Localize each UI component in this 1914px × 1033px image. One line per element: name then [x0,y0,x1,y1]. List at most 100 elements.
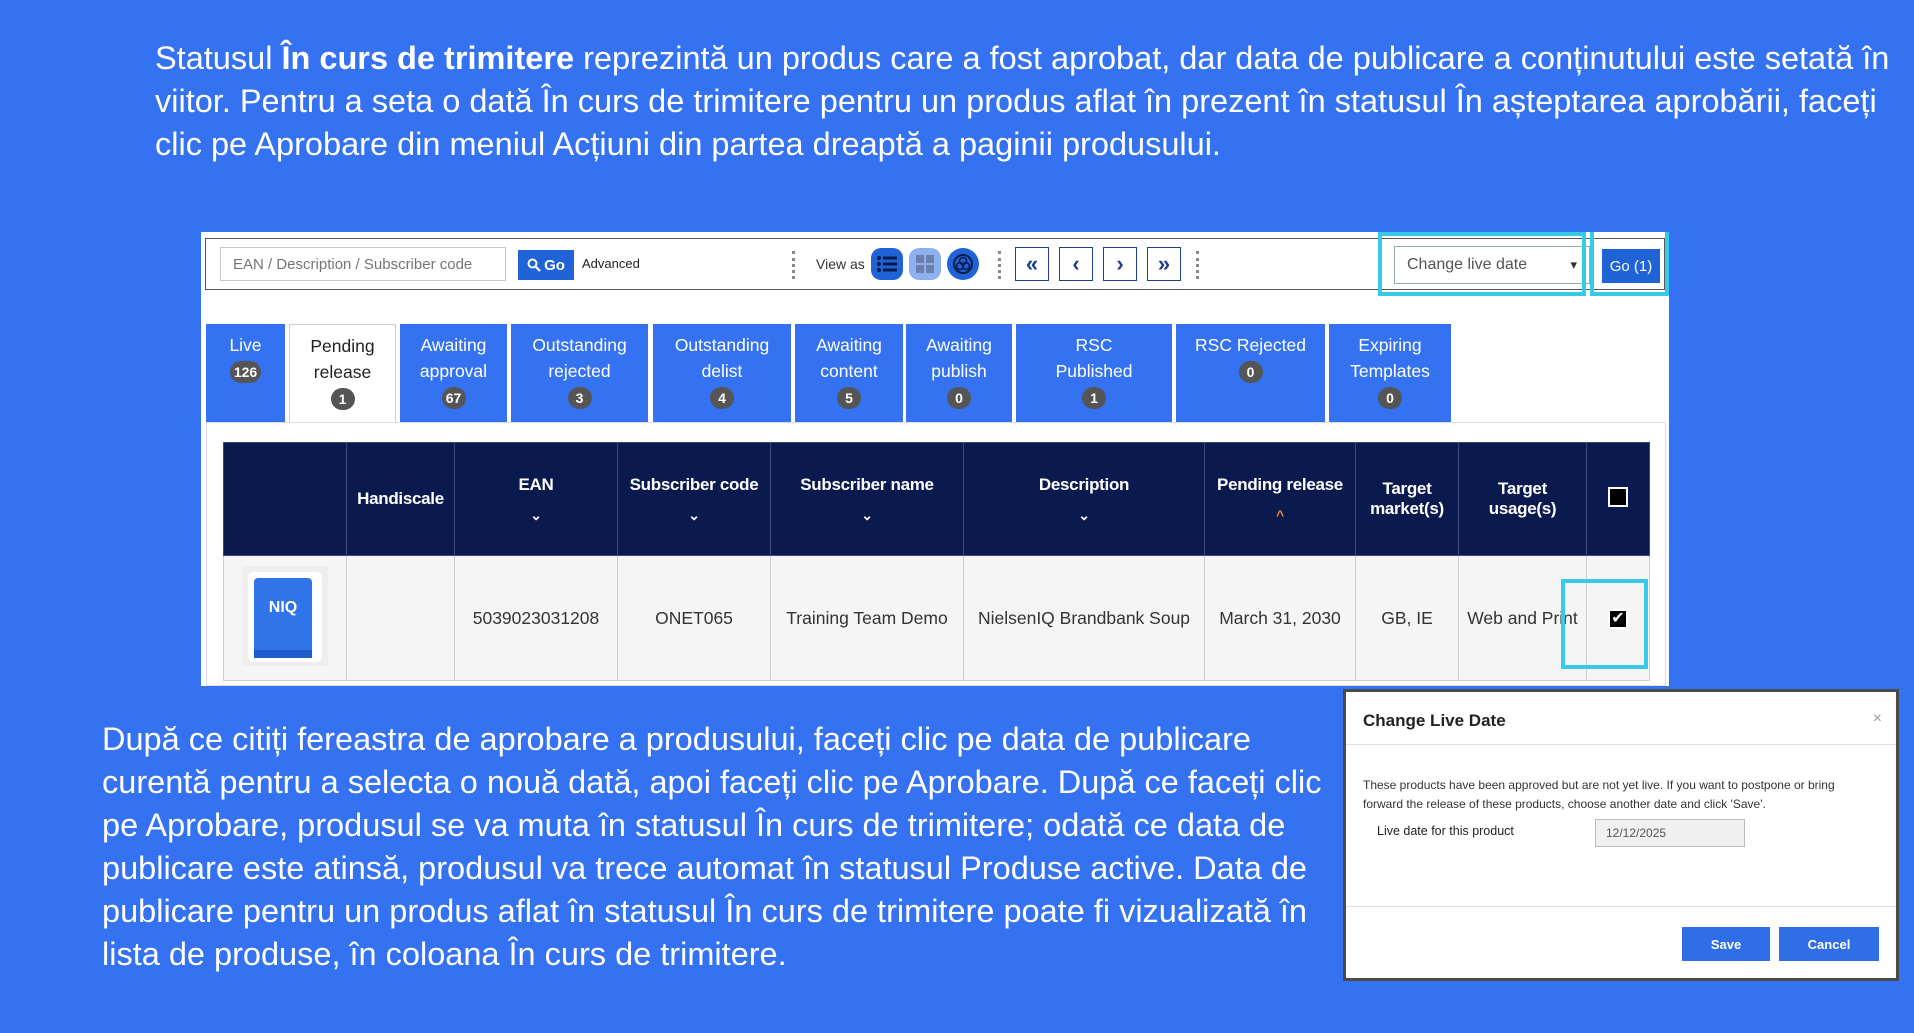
column-header-ean[interactable]: EAN ⌄ [454,442,618,556]
next-page-button[interactable]: › [1103,247,1137,281]
highlight-change-live-date [1378,232,1586,296]
tab-rsc-published[interactable]: RSC Published 1 [1016,324,1172,422]
tab-awaiting-publish[interactable]: Awaiting publish 0 [906,324,1012,422]
tab-count-badge: 5 [837,387,861,409]
column-header-subscriber-code[interactable]: Subscriber code ⌄ [617,442,771,556]
tab-label-line2: content [820,361,878,381]
tab-label-line2: Published [1055,361,1133,381]
product-can-image: NIQ [248,571,322,662]
tab-count-badge: 1 [1082,387,1106,409]
tab-live[interactable]: Live 126 [206,324,285,422]
search-go-label: Go [544,256,565,274]
visual-view-button[interactable] [947,248,979,280]
product-image-cell: NIQ [223,555,347,681]
column-header-image [223,442,347,556]
search-go-button[interactable]: Go [518,250,574,280]
dialog-divider [1346,744,1896,745]
tab-count-badge: 0 [1238,361,1263,383]
tab-awaiting-content[interactable]: Awaiting content 5 [795,324,903,422]
tab-label: Pending [310,336,375,356]
tab-count-badge: 67 [441,387,466,409]
tab-label: Awaiting [926,335,992,355]
tab-outstanding-delist[interactable]: Outstanding delist 4 [653,324,791,422]
products-table: Handiscale EAN ⌄ Subscriber code ⌄ Subscri… [223,442,1650,681]
circles-view-icon [953,254,973,274]
sort-ascending-icon[interactable]: ^ [1211,507,1349,523]
previous-page-button[interactable]: ‹ [1059,247,1093,281]
header-label: Subscriber code [629,474,759,494]
subscriber-code-cell: ONET065 [617,555,771,681]
outro-paragraph: După ce citiți fereastra de aprobare a p… [102,721,1322,972]
chevron-left-icon: ‹ [1072,251,1080,276]
list-view-icon [877,256,897,272]
change-live-date-dialog: Change Live Date × These products have b… [1343,689,1899,981]
tab-count-badge: 1 [330,388,355,410]
description-cell: NielsenIQ Brandbank Soup [963,555,1205,681]
tab-rsc-rejected[interactable]: RSC Rejected 0 [1176,324,1325,422]
chevron-down-icon[interactable]: ⌄ [624,507,764,524]
handiscale-cell [346,555,455,681]
chevron-down-icon[interactable]: ⌄ [970,507,1198,524]
last-page-button[interactable]: » [1147,247,1181,281]
tab-expiring-templates[interactable]: Expiring Templates 0 [1329,324,1451,422]
header-label: Subscriber name [800,474,934,494]
column-header-handiscale[interactable]: Handiscale [346,442,455,556]
column-header-target-usages[interactable]: Target usage(s) [1458,442,1587,556]
tab-count-badge: 126 [229,361,262,383]
chevron-down-icon[interactable]: ⌄ [777,507,957,524]
first-page-button[interactable]: « [1015,247,1049,281]
toolbar-divider [792,251,795,279]
chevron-down-icon[interactable]: ⌄ [461,507,611,524]
search-input[interactable] [220,247,506,281]
tab-label: Awaiting [420,335,487,355]
subscriber-name-cell: Training Team Demo [770,555,964,681]
select-all-checkbox[interactable] [1608,486,1628,507]
tab-label-line2: delist [701,361,743,381]
tab-label: Outstanding [674,335,770,355]
table-row[interactable]: NIQ 5039023031208 ONET065 Training Team … [223,555,1650,681]
tab-label: Outstanding [532,335,627,355]
tab-label-line2: publish [931,361,987,381]
tab-count-badge: 3 [567,387,592,409]
product-thumbnail: NIQ [242,565,328,666]
table-header-row: Handiscale EAN ⌄ Subscriber code ⌄ Subscri… [223,442,1650,556]
tab-label: Awaiting [816,335,882,355]
tab-label-line2: release [313,362,372,382]
grid-view-button[interactable] [909,248,941,280]
column-header-description[interactable]: Description ⌄ [963,442,1205,556]
close-icon[interactable]: × [1873,710,1882,728]
live-date-label: Live date for this product [1377,824,1514,838]
column-header-pending-release[interactable]: Pending release ^ [1204,442,1356,556]
column-header-select-all[interactable] [1586,442,1650,556]
tab-label: RSC Rejected [1195,335,1306,355]
tab-count-badge: 0 [947,387,971,409]
header-label: Target usage(s) [1488,479,1557,518]
dialog-divider [1346,906,1896,907]
advanced-search-link[interactable]: Advanced [582,256,640,271]
tab-label-line2: rejected [548,361,611,381]
list-view-button[interactable] [871,248,903,280]
save-button[interactable]: Save [1682,927,1770,961]
header-label: Target market(s) [1370,479,1444,518]
toolbar-divider [998,251,1001,279]
product-logo-text: NIQ [269,599,297,616]
double-chevron-right-icon: » [1157,251,1171,276]
tab-outstanding-rejected[interactable]: Outstanding rejected 3 [511,324,648,422]
column-header-target-markets[interactable]: Target market(s) [1355,442,1459,556]
grid-view-icon [916,255,934,273]
tab-label-line2: Templates [1350,361,1430,381]
column-header-subscriber-name[interactable]: Subscriber name ⌄ [770,442,964,556]
highlight-row-checkbox [1561,579,1648,669]
cancel-button[interactable]: Cancel [1779,927,1879,961]
tab-label: Expiring [1358,335,1422,355]
dialog-title: Change Live Date [1363,711,1506,730]
header-label: Pending release [1217,475,1343,494]
intro-paragraph: Statusul În curs de trimitere reprezintă… [155,37,1895,166]
tab-awaiting-approval[interactable]: Awaiting approval 67 [400,324,507,422]
tab-label-line2: approval [419,361,488,381]
intro-bold-term: În curs de trimitere [281,40,575,76]
live-date-input[interactable] [1595,819,1745,847]
tab-pending-release[interactable]: Pending release 1 [289,324,396,422]
chevron-right-icon: › [1116,251,1124,276]
double-chevron-left-icon: « [1025,251,1039,276]
